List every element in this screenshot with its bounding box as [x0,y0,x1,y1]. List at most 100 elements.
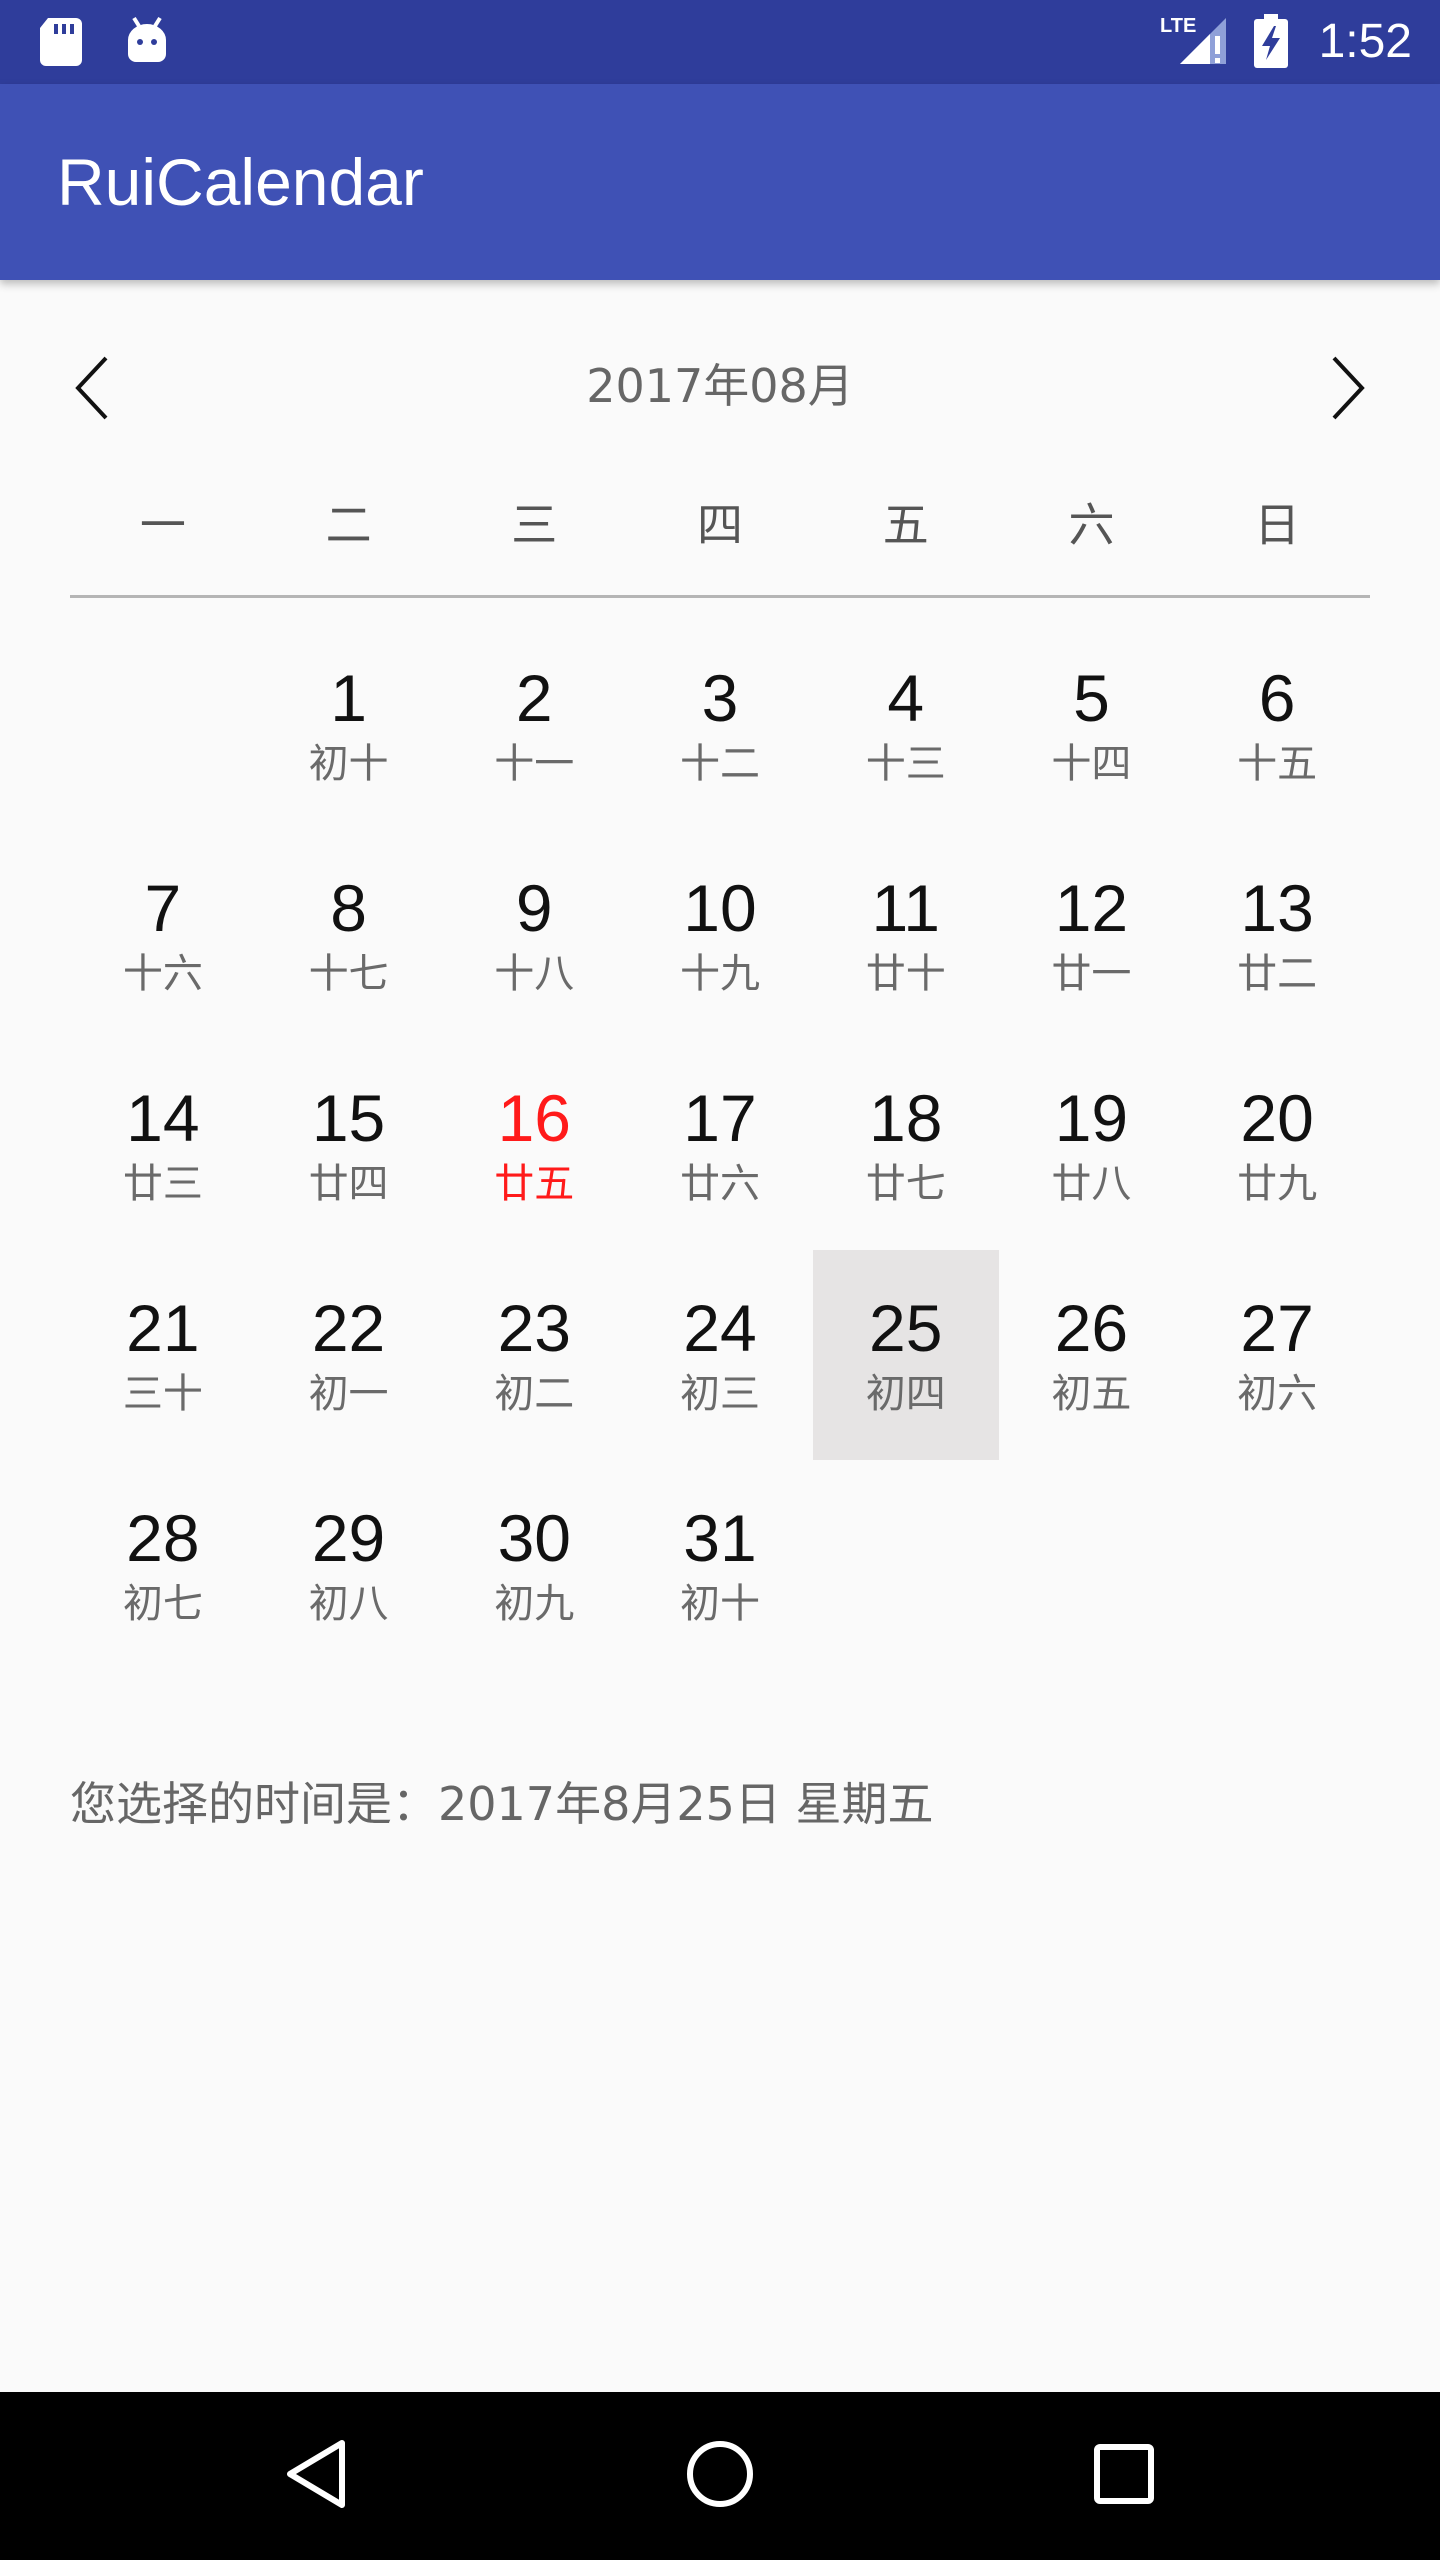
lunar-date: 初七 [122,1581,203,1627]
status-time: 1:52 [1318,15,1412,68]
lunar-date: 廿三 [122,1161,203,1207]
day-cell[interactable]: 3 十二 [627,620,813,830]
lunar-date: 廿十 [865,951,946,997]
day-number: 25 [868,1291,943,1365]
weekday-header: 一 二 三 四 五 六 日 [70,490,1370,560]
next-month-button[interactable] [1308,350,1388,430]
sd-card-icon [40,18,84,70]
day-number: 9 [515,871,553,945]
day-cell[interactable]: 4 十三 [813,620,999,830]
lunar-date: 十八 [494,951,575,997]
day-number: 16 [497,1081,571,1155]
day-cell[interactable]: 21 三十 [70,1250,256,1460]
day-cell[interactable]: 30 初九 [441,1460,627,1670]
day-cell[interactable]: 13 廿二 [1184,830,1370,1040]
day-cell[interactable]: 26 初五 [999,1250,1185,1460]
lunar-date: 十九 [679,951,760,997]
lunar-date: 初八 [308,1581,389,1627]
weekday-divider [70,595,1370,598]
weekday-label: 三 [511,498,558,552]
day-cell[interactable]: 5 十四 [999,620,1185,830]
weekday-label: 日 [1254,498,1301,552]
day-cell[interactable]: 31 初十 [627,1460,813,1670]
lunar-date: 廿八 [1051,1161,1132,1207]
day-cell[interactable]: 11 廿十 [813,830,999,1040]
day-cell[interactable]: 8 十七 [256,830,442,1040]
day-number: 15 [311,1081,386,1155]
day-number: 28 [126,1501,200,1575]
day-cell[interactable]: 12 廿一 [999,830,1185,1040]
navigation-bar [0,2392,1440,2560]
day-number: 3 [701,661,739,735]
day-number: 22 [311,1291,386,1365]
lunar-date: 十七 [308,951,389,997]
day-cell[interactable]: 29 初八 [256,1460,442,1670]
empty-day-cell [70,620,256,830]
day-cell[interactable]: 6 十五 [1184,620,1370,830]
back-icon [284,2439,348,2513]
status-bar: LTE 1:52 [0,0,1440,84]
day-number: 4 [887,661,925,735]
lunar-date: 十三 [865,741,946,787]
day-number: 14 [126,1081,200,1155]
day-number: 24 [683,1291,757,1365]
day-number: 6 [1258,661,1296,735]
day-cell[interactable]: 9 十八 [441,830,627,1040]
lte-signal-icon: LTE [1160,14,1228,70]
day-cell[interactable]: 2 十一 [441,620,627,830]
lunar-date: 廿六 [679,1161,760,1207]
lunar-date: 廿五 [494,1161,575,1207]
lunar-date: 十六 [122,951,203,997]
lunar-date: 初六 [1237,1371,1318,1417]
lunar-date: 三十 [122,1371,203,1417]
day-cell[interactable]: 18 廿七 [813,1040,999,1250]
lunar-date: 十二 [679,741,760,787]
recents-button[interactable] [1074,2426,1174,2526]
day-cell[interactable]: 7 十六 [70,830,256,1040]
day-number: 18 [868,1081,943,1155]
day-number: 26 [1054,1291,1129,1365]
day-number: 29 [311,1501,386,1575]
day-cell[interactable]: 23 初二 [441,1250,627,1460]
day-cell[interactable]: 28 初七 [70,1460,256,1670]
day-cell[interactable]: 17 廿六 [627,1040,813,1250]
app-title: RuiCalendar [57,145,424,219]
day-number: 7 [144,871,182,945]
svg-text:LTE: LTE [1160,15,1196,37]
back-button[interactable] [266,2426,366,2526]
lunar-date: 初九 [494,1581,575,1627]
day-cell[interactable]: 22 初一 [256,1250,442,1460]
chevron-right-icon [1328,356,1368,424]
day-number: 2 [515,661,553,735]
day-cell-today[interactable]: 16 廿五 [441,1040,627,1250]
day-number: 1 [330,661,367,735]
day-cell[interactable]: 27 初六 [1184,1250,1370,1460]
day-grid: 1 初十 2 十一 3 十二 4 十三 5 十四 6 十五 7 十六 8 十七 9 十八 10 十九 11 廿十 12 廿一 1… [70,620,1370,1670]
lunar-date: 十四 [1051,741,1132,787]
month-label: 2017年08月 [586,359,854,413]
lunar-date: 十五 [1237,741,1318,787]
day-cell[interactable]: 24 初三 [627,1250,813,1460]
lunar-date: 初一 [308,1371,389,1417]
day-number: 5 [1073,661,1110,735]
day-cell-selected[interactable]: 25 初四 [812,1250,999,1460]
day-cell[interactable]: 10 十九 [627,830,813,1040]
day-number: 23 [497,1291,571,1365]
lunar-date: 廿九 [1237,1161,1318,1207]
month-header: 2017年08月 [0,330,1440,440]
day-cell[interactable]: 14 廿三 [70,1040,256,1250]
day-cell[interactable]: 20 廿九 [1184,1040,1370,1250]
lunar-date: 初十 [679,1581,760,1627]
home-icon [684,2438,756,2514]
home-button[interactable] [670,2426,770,2526]
day-number: 17 [683,1081,757,1155]
day-cell[interactable]: 19 廿八 [999,1040,1185,1250]
day-cell[interactable]: 15 廿四 [256,1040,442,1250]
day-number: 12 [1054,871,1129,945]
weekday-label: 二 [325,498,372,552]
lunar-date: 廿二 [1237,951,1318,997]
weekday-label: 五 [882,498,929,552]
battery-charging-icon [1252,14,1290,72]
day-cell[interactable]: 1 初十 [256,620,442,830]
day-number: 20 [1240,1081,1314,1155]
